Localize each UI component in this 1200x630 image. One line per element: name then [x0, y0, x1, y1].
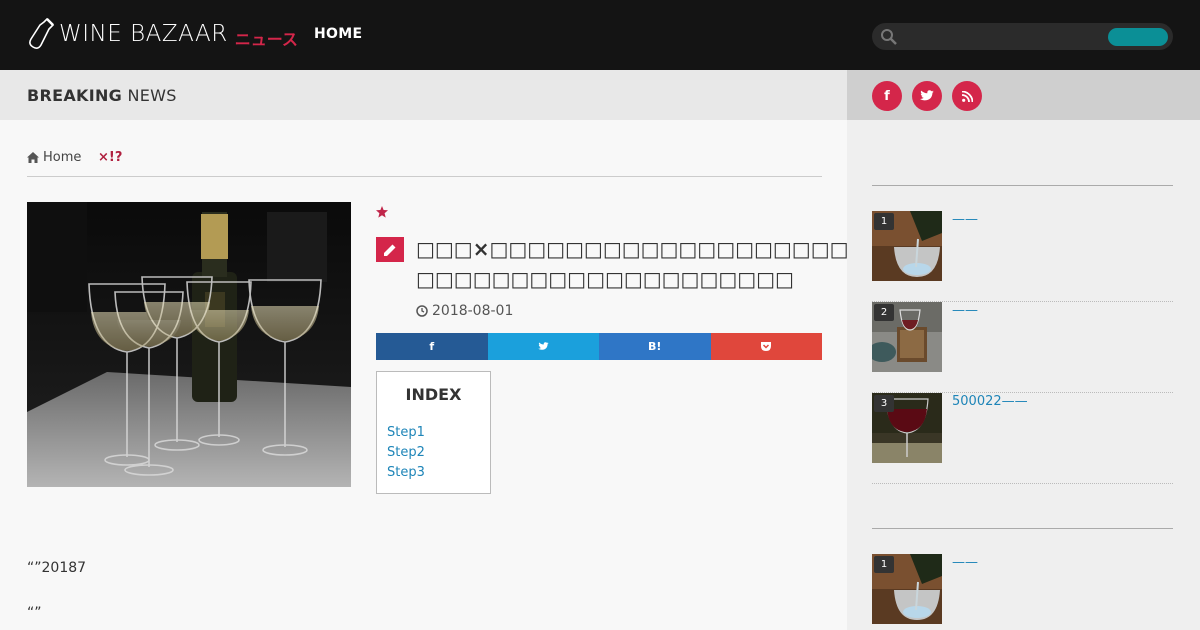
- breaking-news-label: BREAKING NEWS: [27, 86, 177, 105]
- share-facebook-button[interactable]: f: [376, 333, 488, 360]
- table-of-contents: INDEX Step1 Step2 Step3: [376, 371, 491, 494]
- share-hatena-button[interactable]: B!: [599, 333, 711, 360]
- search-input[interactable]: [904, 27, 1084, 46]
- star-icon: [376, 206, 388, 218]
- ranking-thumbnail[interactable]: 1: [872, 554, 942, 624]
- pencil-icon: [376, 237, 404, 262]
- share-twitter-button[interactable]: [487, 333, 599, 360]
- social-links-bar: f: [847, 70, 1200, 120]
- ranking-item[interactable]: 1 ——: [872, 554, 1173, 630]
- site-header: WINE BAZAAR ニュース HOME: [0, 0, 1200, 70]
- ranking-number: 1: [874, 213, 894, 230]
- search-box: [872, 23, 1173, 50]
- rss-icon[interactable]: [952, 81, 982, 111]
- toc-item-step1[interactable]: Step1: [387, 425, 425, 440]
- logo-text: WINE BAZAAR: [59, 21, 228, 47]
- ranking-item[interactable]: 2 ——: [872, 302, 1173, 393]
- article-date: 2018-08-01: [416, 303, 513, 319]
- main-content: Home ×!? □□□×□□□□□□□□□□□□□□□□□□□□□□□□□□□…: [0, 120, 1153, 630]
- pocket-icon: [761, 342, 772, 351]
- breaking-news-bar: BREAKING NEWS: [0, 70, 847, 120]
- ranking-title[interactable]: ——: [952, 303, 978, 318]
- ranking-item[interactable]: 3 500022——: [872, 393, 1173, 484]
- ranking-number: 3: [874, 395, 894, 412]
- ranking-thumbnail[interactable]: 3: [872, 393, 942, 463]
- ranking-title[interactable]: ——: [952, 212, 978, 227]
- article-thumbnail: [27, 202, 351, 487]
- logo-subtitle: ニュース: [234, 30, 298, 49]
- ranking-number: 2: [874, 304, 894, 321]
- ranking-thumbnail[interactable]: 1: [872, 211, 942, 281]
- breadcrumb: Home ×!?: [27, 150, 822, 177]
- sidebar-divider: [872, 528, 1173, 529]
- nav-home-link[interactable]: HOME: [314, 26, 362, 42]
- search-button[interactable]: [1108, 28, 1168, 46]
- ranking-title[interactable]: ——: [952, 555, 978, 570]
- breadcrumb-home[interactable]: Home: [27, 150, 81, 165]
- article-paragraph: “”: [27, 605, 42, 621]
- toc-item-step2[interactable]: Step2: [387, 445, 425, 460]
- ranking-title[interactable]: 500022——: [952, 394, 1028, 409]
- facebook-icon: f: [429, 340, 435, 353]
- wine-bottle-icon: [29, 17, 55, 49]
- ranking-number: 1: [874, 556, 894, 573]
- site-logo[interactable]: WINE BAZAAR ニュース: [27, 16, 298, 52]
- ranking-item[interactable]: 1 ——: [872, 211, 1173, 302]
- breadcrumb-category[interactable]: ×!?: [98, 150, 122, 165]
- sidebar-divider: [872, 185, 1173, 186]
- hatena-icon: B!: [648, 340, 662, 353]
- ranking-thumbnail[interactable]: 2: [872, 302, 942, 372]
- toc-item-step3[interactable]: Step3: [387, 465, 425, 480]
- facebook-icon[interactable]: f: [872, 81, 902, 111]
- share-buttons: f B!: [376, 333, 822, 360]
- article-title: □□□×□□□□□□□□□□□□□□□□□□□□□□□□□□□□□□□□□□!?…: [416, 237, 1153, 291]
- article-paragraph: “”20187: [27, 560, 87, 576]
- twitter-icon: [538, 342, 549, 350]
- share-pocket-button[interactable]: [710, 333, 822, 360]
- home-icon: [27, 152, 39, 163]
- clock-icon: [416, 305, 428, 317]
- sidebar: 1 —— 2 —— 3 500022—— 1 ——: [847, 120, 1200, 630]
- search-icon: [881, 29, 897, 45]
- twitter-icon[interactable]: [912, 81, 942, 111]
- toc-title: INDEX: [405, 385, 462, 404]
